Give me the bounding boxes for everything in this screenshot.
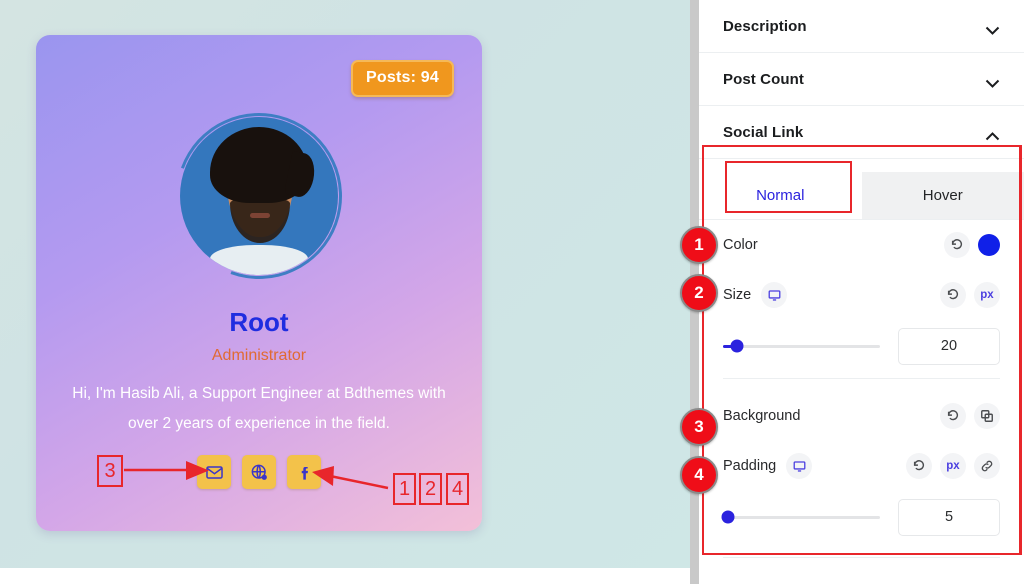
social-link-facebook[interactable] [287, 455, 321, 489]
size-slider[interactable] [723, 339, 880, 353]
padding-slider-row: 5 [699, 491, 1024, 543]
avatar-container [36, 85, 482, 307]
email-icon [205, 465, 223, 479]
accordion-description[interactable]: Description [699, 0, 1024, 53]
avatar [148, 85, 370, 307]
padding-value-input[interactable]: 5 [898, 498, 1000, 536]
control-size-left: Size [723, 282, 788, 308]
social-link-website[interactable] [242, 455, 276, 489]
facebook-icon [301, 466, 308, 480]
step-badge-1: 1 [680, 226, 718, 264]
section-divider [723, 557, 1000, 558]
profile-bio: Hi, I'm Hasib Ali, a Support Engineer at… [72, 385, 446, 432]
unit-selector-px[interactable]: px [974, 282, 1000, 308]
annotation-marker-2: 2 [419, 473, 442, 505]
avatar-hair [210, 127, 308, 203]
tab-hover[interactable]: Hover [861, 172, 1024, 219]
size-slider-thumb[interactable] [730, 339, 744, 353]
avatar-mouth [250, 213, 270, 218]
step-badge-2: 2 [680, 274, 718, 312]
avatar-image [180, 117, 338, 275]
accordion-post-count-title: Post Count [723, 70, 804, 88]
desktop-icon[interactable] [786, 453, 813, 479]
annotation-marker-4: 4 [446, 473, 469, 505]
annotation-marker-3: 3 [97, 455, 123, 487]
reset-icon[interactable] [940, 282, 966, 308]
avatar-shirt [210, 245, 308, 275]
settings-panel: Description Post Count Social Link Norma… [699, 0, 1024, 584]
unit-selector-px[interactable]: px [940, 453, 966, 479]
chevron-down-icon[interactable] [985, 75, 1000, 88]
color-swatch[interactable] [978, 234, 1000, 256]
accordion-social-link-title: Social Link [723, 123, 804, 141]
annotation-outline-panel-right [1019, 145, 1022, 555]
control-row-size: Size px [699, 270, 1024, 320]
globe-icon [251, 464, 267, 480]
padding-slider[interactable] [721, 510, 880, 524]
preview-canvas: Posts: 94 Root Administrator Hi, I'm Has… [0, 0, 690, 568]
desktop-icon[interactable] [761, 282, 788, 308]
label-padding: Padding [723, 458, 777, 474]
control-row-color: Color [699, 220, 1024, 270]
posts-count-badge: Posts: 94 [351, 60, 454, 97]
control-color-right [944, 232, 1000, 258]
app-root: Posts: 94 Root Administrator Hi, I'm Has… [0, 0, 1024, 584]
control-padding-left: Padding [723, 453, 813, 479]
social-link-email[interactable] [197, 455, 231, 489]
padding-slider-thumb[interactable] [721, 510, 735, 524]
label-background: Background [723, 408, 801, 424]
accordion-post-count[interactable]: Post Count [699, 53, 1024, 106]
control-size-right: px [940, 282, 1000, 308]
chevron-down-icon[interactable] [985, 22, 1000, 35]
tab-normal[interactable]: Normal [699, 172, 862, 219]
state-tabs: Normal Hover [699, 172, 1024, 220]
profile-name: Root [229, 307, 289, 337]
control-color-left: Color [723, 237, 758, 253]
step-badge-3: 3 [680, 408, 718, 446]
profile-role: Administrator [211, 347, 307, 364]
control-padding-right: px [906, 453, 1000, 479]
reset-icon[interactable] [940, 403, 966, 429]
copy-icon[interactable] [974, 403, 1000, 429]
size-value-input[interactable]: 20 [898, 327, 1000, 365]
control-row-background: Background [699, 391, 1024, 441]
label-color: Color [723, 237, 758, 253]
avatar-beard [230, 199, 290, 243]
control-row-padding: Padding px [699, 441, 1024, 491]
chevron-up-icon[interactable] [985, 128, 1000, 140]
reset-icon[interactable] [906, 453, 932, 479]
accordion-social-link[interactable]: Social Link [699, 106, 1024, 159]
link-icon[interactable] [974, 453, 1000, 479]
accordion-description-title: Description [723, 17, 807, 35]
label-size: Size [723, 287, 752, 303]
step-badge-4: 4 [680, 456, 718, 494]
control-background-left: Background [723, 408, 800, 424]
section-divider [723, 378, 1000, 379]
control-background-right [940, 403, 1000, 429]
reset-icon[interactable] [944, 232, 970, 258]
size-slider-row: 20 [699, 320, 1024, 372]
annotation-marker-1: 1 [393, 473, 416, 505]
